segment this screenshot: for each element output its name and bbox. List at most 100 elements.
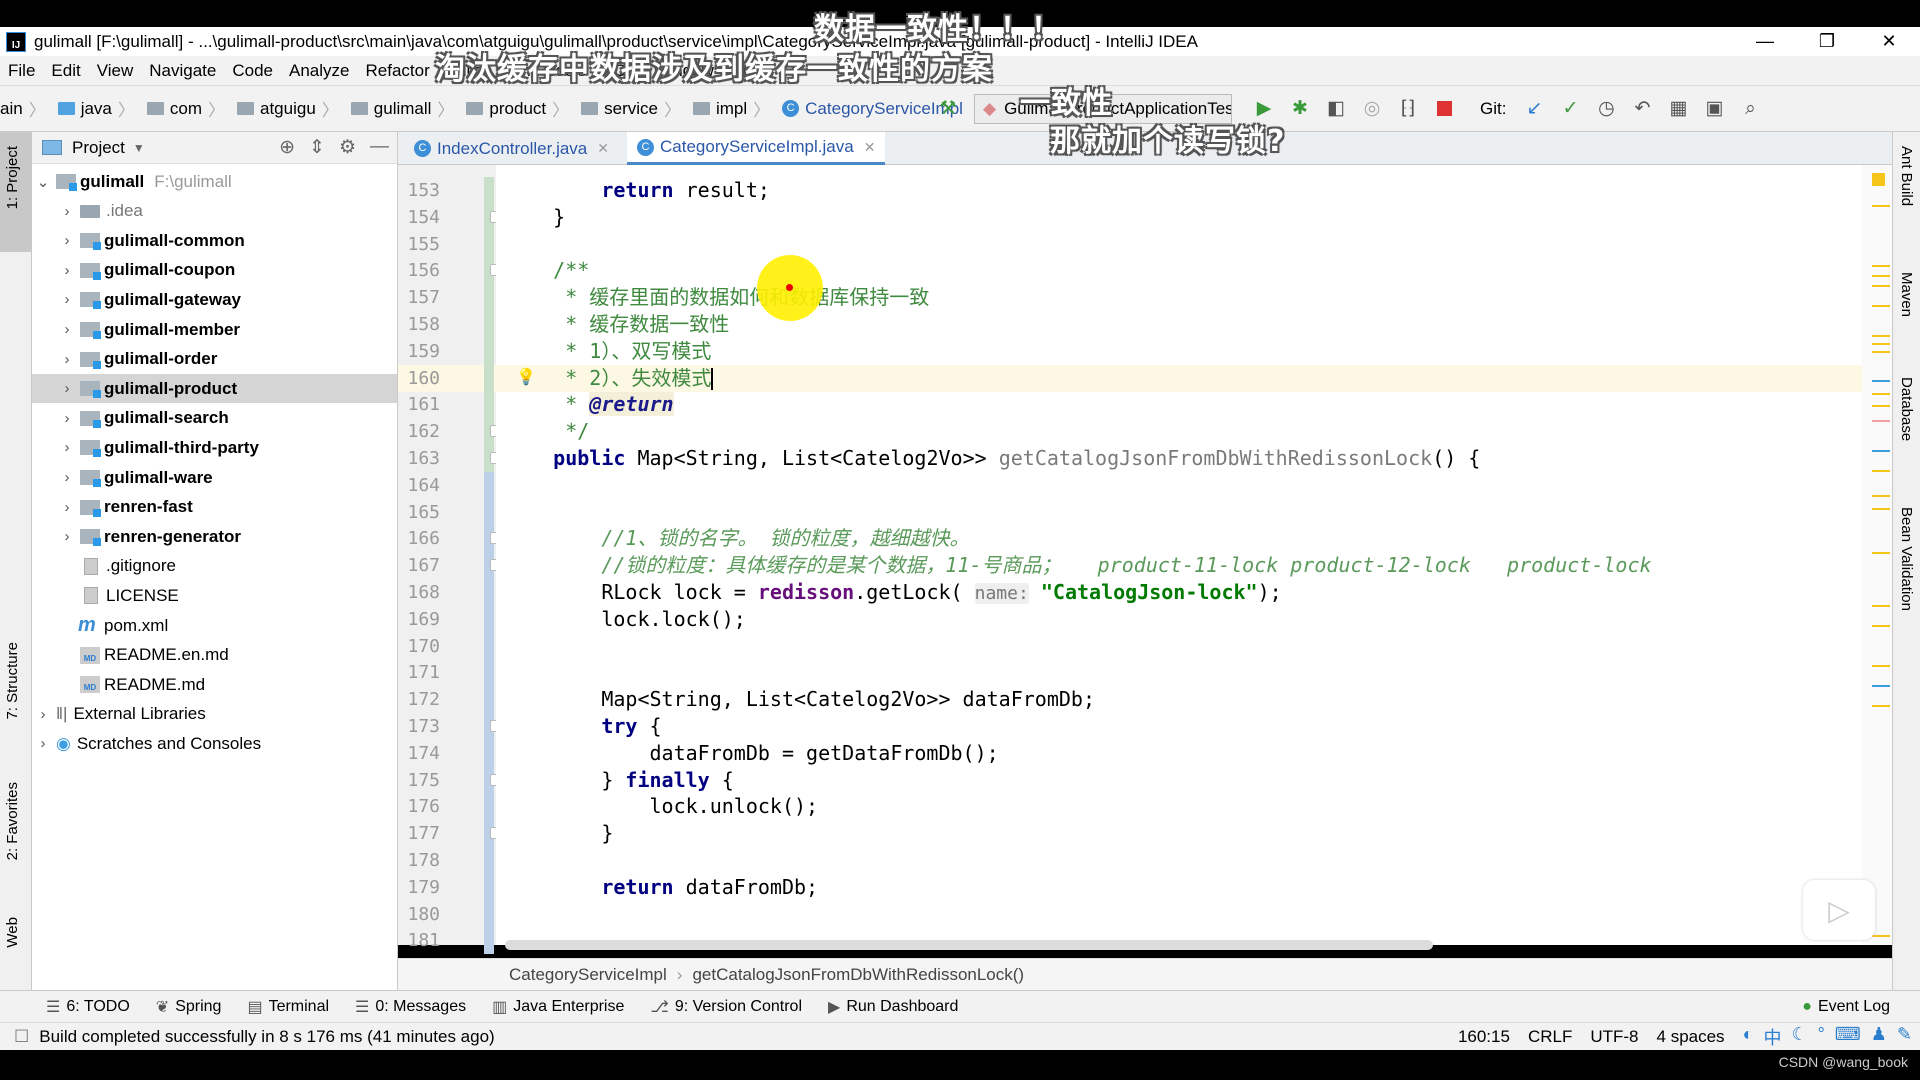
error-stripe-mark[interactable]: [1872, 343, 1890, 345]
build-hammer-icon[interactable]: ⚒: [936, 97, 960, 121]
stop-icon[interactable]: [1432, 97, 1456, 121]
tree-item[interactable]: › .idea: [32, 197, 397, 226]
tool-favorites[interactable]: 2: Favorites: [4, 782, 21, 860]
change-marker[interactable]: [484, 873, 494, 901]
tree-item[interactable]: › gulimall-ware: [32, 463, 397, 492]
tool-version-control[interactable]: ⎇ 9: Version Control: [650, 997, 802, 1017]
locate-icon[interactable]: ⊕: [279, 136, 295, 159]
change-marker[interactable]: [484, 927, 494, 955]
nav-crumb[interactable]: service 〉: [581, 96, 689, 121]
error-stripe-mark[interactable]: [1872, 705, 1890, 707]
close-button[interactable]: ✕: [1858, 27, 1920, 56]
coverage-icon[interactable]: ◧: [1324, 97, 1348, 121]
tree-item[interactable]: m pom.xml: [32, 611, 397, 640]
tree-item[interactable]: › gulimall-coupon: [32, 256, 397, 285]
error-stripe-mark[interactable]: [1872, 470, 1890, 472]
debug-icon[interactable]: ✱: [1288, 97, 1312, 121]
menu-edit[interactable]: Edit: [51, 61, 80, 81]
status-toggle-icon[interactable]: ☐: [14, 1027, 29, 1047]
menu-navigate[interactable]: Navigate: [149, 61, 216, 81]
tree-item[interactable]: › gulimall-common: [32, 226, 397, 255]
caret-position[interactable]: 160:15: [1458, 1027, 1510, 1047]
tool-terminal[interactable]: ▤ Terminal: [247, 997, 329, 1017]
menu-file[interactable]: File: [8, 61, 35, 81]
tree-item[interactable]: LICENSE: [32, 581, 397, 610]
change-marker[interactable]: [484, 364, 494, 392]
nav-crumb[interactable]: product 〉: [466, 96, 577, 121]
nav-crumb[interactable]: impl 〉: [692, 96, 778, 121]
close-tab-icon[interactable]: ✕: [597, 140, 609, 157]
tree-item[interactable]: MD README.en.md: [32, 641, 397, 670]
tool-maven[interactable]: Maven: [1898, 272, 1915, 317]
error-stripe-mark[interactable]: [1872, 405, 1890, 407]
chevron-down-icon[interactable]: ▼: [133, 141, 145, 155]
tree-item[interactable]: › gulimall-order: [32, 345, 397, 374]
change-marker[interactable]: [484, 311, 494, 338]
ime-moon-icon[interactable]: ☾: [1791, 1024, 1807, 1050]
change-marker[interactable]: [484, 337, 494, 365]
nav-crumb[interactable]: java 〉: [57, 96, 143, 121]
tool-bean-validation[interactable]: Bean Validation: [1898, 507, 1915, 611]
error-stripe-mark[interactable]: [1872, 380, 1890, 382]
tool-event-log[interactable]: ● Event Log: [1802, 998, 1890, 1016]
change-marker[interactable]: [484, 900, 494, 928]
tree-item[interactable]: › renren-fast: [32, 493, 397, 522]
ime-user-icon[interactable]: ♟: [1871, 1024, 1887, 1050]
error-stripe[interactable]: [1862, 165, 1892, 945]
tool-run-dashboard[interactable]: ▶ Run Dashboard: [828, 997, 958, 1017]
error-stripe-mark[interactable]: [1872, 685, 1890, 687]
file-encoding[interactable]: UTF-8: [1590, 1027, 1638, 1047]
code-editor[interactable]: return result; } /** * 缓存里面的数据如何和数据库保持一致…: [496, 165, 1862, 945]
tab-index-controller[interactable]: C IndexController.java ✕: [404, 132, 619, 165]
minimize-button[interactable]: —: [1734, 27, 1796, 56]
change-marker[interactable]: [484, 177, 494, 204]
indent-setting[interactable]: 4 spaces: [1657, 1027, 1725, 1047]
status-message[interactable]: Build completed successfully in 8 s 176 …: [39, 1027, 494, 1047]
ime-wrench-icon[interactable]: ✎: [1897, 1024, 1912, 1050]
tool-database[interactable]: Database: [1898, 377, 1915, 441]
error-stripe-mark[interactable]: [1872, 508, 1890, 510]
change-marker[interactable]: [484, 230, 494, 258]
horizontal-scrollbar[interactable]: [505, 940, 1433, 950]
tool-project[interactable]: 1: Project: [4, 146, 21, 209]
tool-ant-build[interactable]: Ant Build: [1898, 146, 1915, 206]
search-icon[interactable]: ⌕: [1738, 97, 1762, 121]
project-view-selector[interactable]: Project: [72, 138, 125, 158]
tree-item[interactable]: .gitignore: [32, 552, 397, 581]
menu-analyze[interactable]: Analyze: [289, 61, 349, 81]
nav-crumb[interactable]: com 〉: [146, 96, 233, 121]
ime-keyboard-icon[interactable]: ⌨: [1835, 1024, 1861, 1050]
tool-spring[interactable]: ❦ Spring: [156, 997, 222, 1017]
menu-code[interactable]: Code: [232, 61, 273, 81]
hide-icon[interactable]: —: [370, 136, 389, 159]
tree-item[interactable]: › gulimall-member: [32, 315, 397, 344]
project-structure-icon[interactable]: ▦: [1666, 97, 1690, 121]
git-update-icon[interactable]: ↙: [1522, 97, 1546, 121]
change-marker[interactable]: [484, 847, 494, 874]
error-stripe-mark[interactable]: [1872, 625, 1890, 627]
ime-chinese-icon[interactable]: 中: [1763, 1024, 1781, 1050]
attach-debugger-icon[interactable]: ⁅⁆: [1396, 97, 1420, 121]
git-commit-icon[interactable]: ✓: [1558, 97, 1582, 121]
tree-item[interactable]: › renren-generator: [32, 522, 397, 551]
change-marker[interactable]: [484, 391, 494, 419]
tool-todo[interactable]: ☰ 6: TODO: [46, 997, 130, 1017]
change-marker[interactable]: [484, 498, 494, 526]
error-stripe-mark[interactable]: [1872, 420, 1890, 422]
change-marker[interactable]: [484, 659, 494, 687]
terminal-frame-icon[interactable]: ▣: [1702, 97, 1726, 121]
menu-view[interactable]: View: [97, 61, 134, 81]
error-stripe-mark[interactable]: [1872, 665, 1890, 667]
breadcrumb-class[interactable]: CategoryServiceImpl: [509, 965, 667, 985]
error-stripe-mark[interactable]: [1872, 265, 1890, 267]
tool-structure[interactable]: 7: Structure: [4, 642, 21, 720]
tool-web[interactable]: Web: [4, 917, 21, 948]
profile-icon[interactable]: ◎: [1360, 97, 1384, 121]
tree-scratches[interactable]: › ◉ Scratches and Consoles: [32, 729, 397, 758]
error-stripe-mark[interactable]: [1872, 205, 1890, 207]
error-stripe-mark[interactable]: [1872, 552, 1890, 554]
change-marker[interactable]: [484, 284, 494, 311]
ime-punct-icon[interactable]: °: [1818, 1024, 1825, 1050]
change-marker[interactable]: [484, 686, 494, 713]
menu-refactor[interactable]: Refactor: [365, 61, 429, 81]
